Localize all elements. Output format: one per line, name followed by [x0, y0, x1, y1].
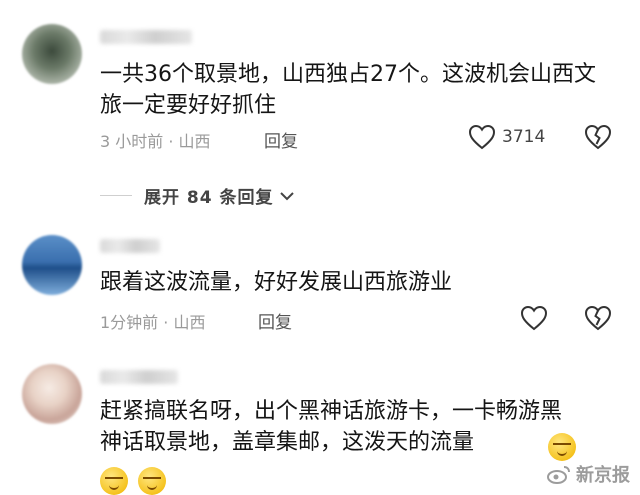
smug-face-emoji [100, 467, 128, 495]
like-button[interactable]: 3714 [468, 124, 545, 150]
reply-button[interactable]: 回复 [264, 127, 298, 152]
comment-item-1: 一共36个取景地，山西独占27个。这波机会山西文旅一定要好好抓住 3 小时前 ·… [0, 0, 640, 175]
comment-text: 一共36个取景地，山西独占27个。这波机会山西文旅一定要好好抓住 [100, 62, 596, 118]
username-blurred[interactable] [100, 30, 192, 44]
avatar[interactable] [22, 24, 82, 84]
heart-outline-icon[interactable] [520, 305, 548, 331]
comment-text: 赶紧搞联名呀，出个黑神话旅游卡，一卡畅游黑神话取景地，盖章集邮，这泼天的流量 [100, 399, 563, 455]
expand-replies-button[interactable]: 展开 84 条回复 [100, 183, 296, 208]
avatar[interactable] [22, 364, 82, 424]
divider [100, 195, 132, 196]
reply-button[interactable]: 回复 [258, 308, 292, 333]
comment-item-3: 赶紧搞联名呀，出个黑神话旅游卡，一卡畅游黑神话取景地，盖章集邮，这泼天的流量 [0, 350, 640, 495]
comment-text: 跟着这波流量，好好发展山西旅游业 [100, 270, 453, 295]
username-blurred[interactable] [100, 370, 178, 384]
weibo-logo-icon [547, 466, 570, 484]
watermark: 新京报 [546, 461, 630, 487]
broken-heart-icon[interactable] [584, 124, 612, 150]
like-count: 3714 [502, 127, 546, 147]
chevron-down-icon [279, 191, 294, 200]
watermark-text: 新京报 [576, 465, 630, 486]
comment-item-2: 跟着这波流量，好好发展山西旅游业 1分钟前 · 山西 回复 [0, 225, 640, 350]
expand-replies-label: 展开 84 条回复 [144, 188, 274, 208]
comment-meta: 3 小时前 · 山西 [100, 132, 211, 151]
broken-heart-icon[interactable] [584, 305, 612, 331]
smug-face-emoji [138, 467, 166, 495]
heart-outline-icon [468, 124, 496, 150]
comment-meta: 1分钟前 · 山西 [100, 313, 206, 332]
avatar[interactable] [22, 235, 82, 295]
username-blurred[interactable] [100, 239, 160, 253]
smug-face-emoji [548, 433, 576, 461]
